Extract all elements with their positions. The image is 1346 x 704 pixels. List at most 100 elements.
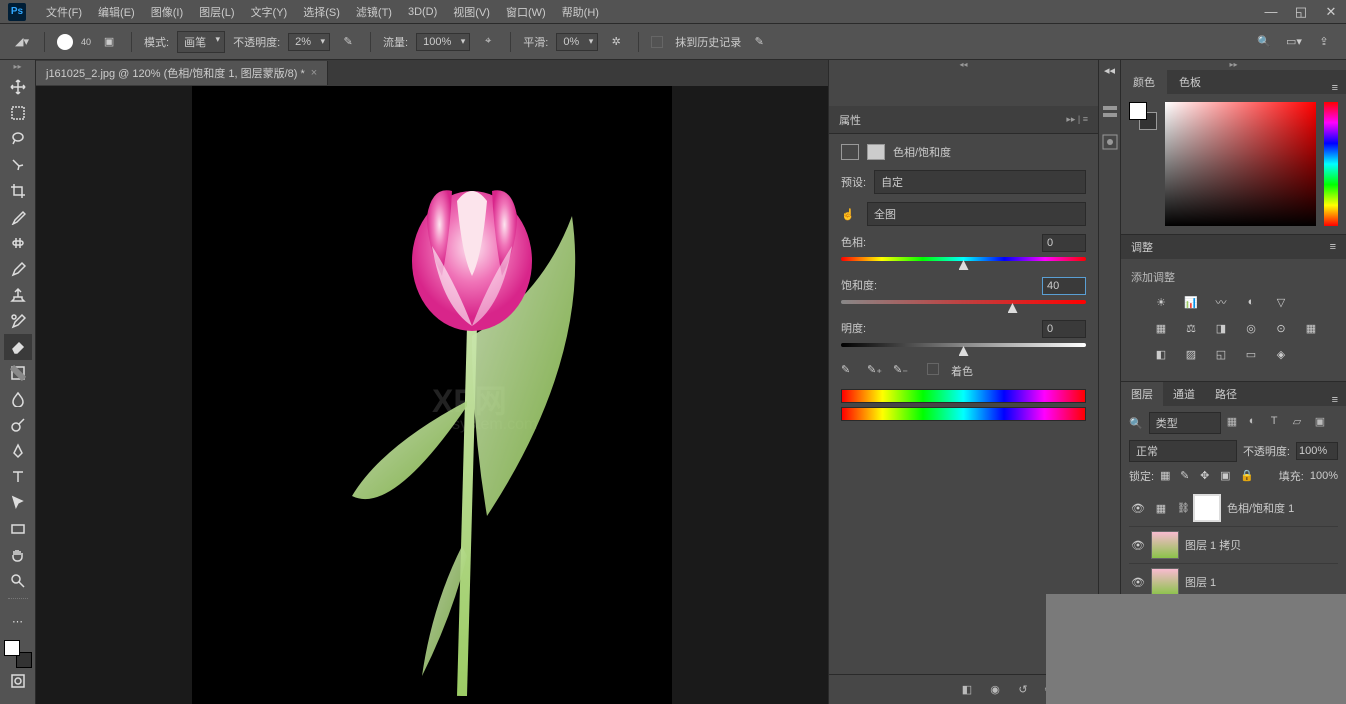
- color-tab[interactable]: 颜色: [1121, 70, 1167, 94]
- layer-eye-icon[interactable]: 👁: [1131, 539, 1145, 552]
- tool-preset-icon[interactable]: ◢▾: [12, 32, 32, 52]
- pressure-size-icon[interactable]: ✎: [749, 32, 769, 52]
- smooth-options-icon[interactable]: ✲: [606, 32, 626, 52]
- layers-tab[interactable]: 图层: [1121, 382, 1163, 406]
- color-swatch-pair[interactable]: [1129, 102, 1157, 130]
- eyedropper-add-icon[interactable]: ✎₊: [867, 363, 885, 381]
- history-brush-tool[interactable]: [4, 308, 32, 334]
- selective-icon[interactable]: ◈: [1271, 345, 1291, 363]
- menu-type[interactable]: 文字(Y): [243, 4, 296, 20]
- brush-tool[interactable]: [4, 256, 32, 282]
- finger-icon[interactable]: ☝: [841, 208, 859, 221]
- toolbox-expand-icon[interactable]: ▸▸: [0, 62, 35, 74]
- brush-preview-icon[interactable]: [57, 34, 73, 50]
- gradmap-icon[interactable]: ▭: [1241, 345, 1261, 363]
- canvas-viewport[interactable]: XP网 system.com: [36, 86, 828, 704]
- layer-opacity-input[interactable]: 100%: [1296, 442, 1338, 460]
- channels-tab[interactable]: 通道: [1163, 382, 1205, 406]
- tab-close-icon[interactable]: ×: [311, 67, 317, 79]
- rcol-collapse-icon[interactable]: ▸▸: [1121, 60, 1346, 70]
- props-collapse-icon[interactable]: ◂◂: [829, 60, 1098, 70]
- filter-smart-icon[interactable]: ▣: [1315, 415, 1331, 431]
- menu-select[interactable]: 选择(S): [295, 4, 348, 20]
- fill-input[interactable]: 100%: [1310, 470, 1338, 482]
- lock-pixel-icon[interactable]: ✎: [1180, 469, 1194, 483]
- filter-type-icon[interactable]: T: [1271, 415, 1287, 431]
- layer-thumb[interactable]: [1151, 568, 1179, 596]
- layer-name[interactable]: 图层 1: [1185, 574, 1216, 590]
- lock-trans-icon[interactable]: ▦: [1160, 469, 1174, 483]
- brightness-icon[interactable]: ☀: [1151, 293, 1171, 311]
- reset-icon[interactable]: ↺: [1014, 681, 1032, 699]
- color-menu-icon[interactable]: ≡: [1324, 82, 1346, 94]
- menu-image[interactable]: 图像(I): [143, 4, 191, 20]
- share-icon[interactable]: ⇪: [1314, 32, 1334, 52]
- dock-icon-2[interactable]: [1101, 133, 1119, 151]
- curves-icon[interactable]: 〰: [1211, 293, 1231, 311]
- close-icon[interactable]: ✕: [1316, 0, 1346, 24]
- layer-eye-icon[interactable]: 👁: [1131, 502, 1145, 515]
- menu-file[interactable]: 文件(F): [38, 4, 90, 20]
- paths-tab[interactable]: 路径: [1205, 382, 1247, 406]
- posterize-icon[interactable]: ▨: [1181, 345, 1201, 363]
- swatches-tab[interactable]: 色板: [1167, 70, 1213, 94]
- marquee-tool[interactable]: [4, 100, 32, 126]
- layer-link-icon[interactable]: ⛓: [1177, 503, 1187, 514]
- gradient-tool[interactable]: [4, 360, 32, 386]
- layer-thumb[interactable]: [1151, 531, 1179, 559]
- crop-tool[interactable]: [4, 178, 32, 204]
- preset-dropdown[interactable]: 自定: [874, 170, 1086, 194]
- search-icon[interactable]: 🔍: [1254, 32, 1274, 52]
- spot-heal-tool[interactable]: [4, 230, 32, 256]
- hue-strip[interactable]: [1324, 102, 1338, 226]
- lock-artboard-icon[interactable]: ▣: [1220, 469, 1234, 483]
- eraser-tool[interactable]: [4, 334, 32, 360]
- smooth-dropdown[interactable]: 0%: [556, 33, 598, 51]
- photo-filter-icon[interactable]: ◎: [1241, 319, 1261, 337]
- saturation-input[interactable]: 40: [1042, 277, 1086, 295]
- mode-dropdown[interactable]: 画笔: [177, 31, 225, 53]
- filter-type-dropdown[interactable]: 类型: [1149, 412, 1221, 434]
- menu-filter[interactable]: 滤镜(T): [348, 4, 400, 20]
- move-tool[interactable]: [4, 74, 32, 100]
- eyedropper-icon[interactable]: ✎: [841, 363, 859, 381]
- exposure-icon[interactable]: ◐: [1241, 293, 1261, 311]
- quick-select-tool[interactable]: [4, 152, 32, 178]
- filter-pixel-icon[interactable]: ▦: [1227, 415, 1243, 431]
- rectangle-tool[interactable]: [4, 516, 32, 542]
- minimize-icon[interactable]: —: [1256, 0, 1286, 24]
- filter-search-icon[interactable]: 🔍: [1129, 417, 1143, 430]
- type-tool[interactable]: [4, 464, 32, 490]
- filter-shape-icon[interactable]: ▱: [1293, 415, 1309, 431]
- vibrance-icon[interactable]: ▽: [1271, 293, 1291, 311]
- levels-icon[interactable]: 📊: [1181, 293, 1201, 311]
- menu-view[interactable]: 视图(V): [445, 4, 498, 20]
- props-arrow-icon[interactable]: ▸▸ | ≡: [1066, 114, 1088, 125]
- hue-slider[interactable]: [841, 255, 1086, 267]
- lightness-input[interactable]: 0: [1042, 320, 1086, 338]
- dodge-tool[interactable]: [4, 412, 32, 438]
- maximize-icon[interactable]: ◱: [1286, 0, 1316, 24]
- hue-icon[interactable]: ▦: [1151, 319, 1171, 337]
- balance-icon[interactable]: ⚖: [1181, 319, 1201, 337]
- brush-panel-icon[interactable]: ▣: [99, 32, 119, 52]
- invert-icon[interactable]: ◧: [1151, 345, 1171, 363]
- layer-name[interactable]: 图层 1 拷贝: [1185, 537, 1241, 553]
- lasso-tool[interactable]: [4, 126, 32, 152]
- blend-mode-dropdown[interactable]: 正常: [1129, 440, 1237, 462]
- color-picker[interactable]: [1165, 102, 1316, 226]
- lock-all-icon[interactable]: 🔒: [1240, 469, 1254, 483]
- threshold-icon[interactable]: ◱: [1211, 345, 1231, 363]
- menu-3d[interactable]: 3D(D): [400, 6, 445, 18]
- clone-stamp-tool[interactable]: [4, 282, 32, 308]
- range-dropdown[interactable]: 全图: [867, 202, 1086, 226]
- flow-dropdown[interactable]: 100%: [416, 33, 470, 51]
- layer-row[interactable]: 👁 ▦ ⛓ 色相/饱和度 1: [1129, 490, 1338, 527]
- hand-tool[interactable]: [4, 542, 32, 568]
- dock-icon-1[interactable]: [1101, 103, 1119, 121]
- lut-icon[interactable]: ▦: [1301, 319, 1321, 337]
- canvas[interactable]: XP网 system.com: [192, 86, 672, 704]
- menu-edit[interactable]: 编辑(E): [90, 4, 143, 20]
- prev-state-icon[interactable]: ◉: [986, 681, 1004, 699]
- filter-adjust-icon[interactable]: ◐: [1249, 415, 1265, 431]
